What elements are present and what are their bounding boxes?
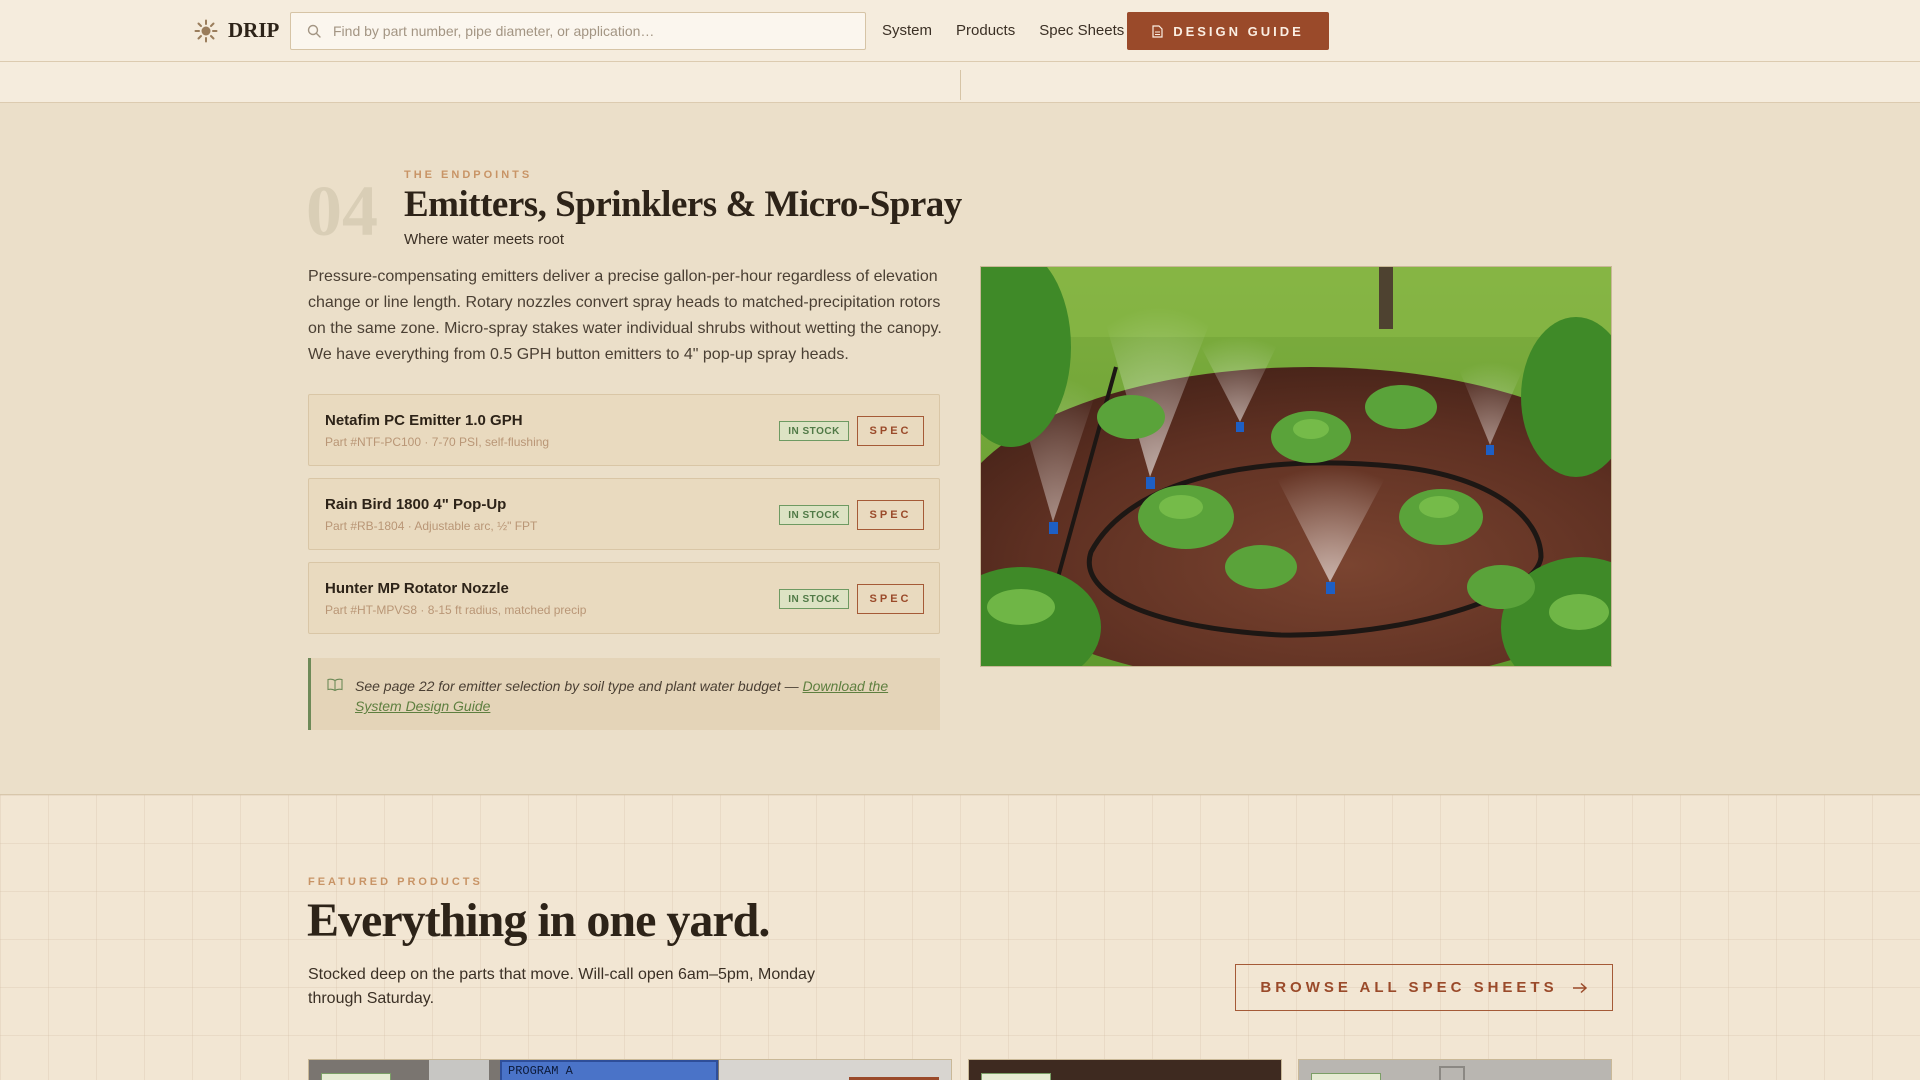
product-card[interactable]: Rain Bird 1800 4" Pop-Up Part #RB-1804 ·… <box>308 478 940 550</box>
section-number: 04 <box>306 171 378 251</box>
product-name: Hunter MP Rotator Nozzle <box>325 580 509 597</box>
search-icon <box>307 24 321 38</box>
product-name: Rain Bird 1800 4" Pop-Up <box>325 496 507 513</box>
note-body: See page 22 for emitter selection by soi… <box>355 678 803 694</box>
product-thumbnail[interactable]: PROGRAM A <box>308 1059 952 1080</box>
document-icon <box>1152 24 1163 38</box>
site-header: DRIP System Products Spec Sheets DESIGN … <box>0 0 1920 62</box>
stock-badge <box>981 1073 1051 1080</box>
featured-products-section: FEATURED PRODUCTS Everything in one yard… <box>0 795 1920 1080</box>
spec-button[interactable]: SPEC <box>857 584 924 614</box>
product-meta: Part #HT-MPVS8 · 8-15 ft radius, matched… <box>325 603 587 617</box>
browse-spec-sheets-button[interactable]: BROWSE ALL SPEC SHEETS <box>1235 964 1613 1011</box>
main-nav: System Products Spec Sheets <box>882 22 1124 39</box>
section-title: Emitters, Sprinklers & Micro-Spray <box>404 184 962 225</box>
divider <box>960 70 961 100</box>
spec-button[interactable]: SPEC <box>857 416 924 446</box>
product-meta: Part #RB-1804 · Adjustable arc, ½" FPT <box>325 519 538 533</box>
design-guide-button[interactable]: DESIGN GUIDE <box>1127 12 1329 50</box>
endpoints-section: 04 THE ENDPOINTS Emitters, Sprinklers & … <box>0 103 1920 795</box>
design-guide-note: See page 22 for emitter selection by soi… <box>308 658 940 730</box>
product-meta: Part #NTF-PC100 · 7-70 PSI, self-flushin… <box>325 435 550 449</box>
arrow-right-icon <box>1572 982 1587 993</box>
sprinkler-garden-image <box>981 267 1611 666</box>
search-box[interactable] <box>290 12 866 50</box>
sun-icon <box>194 19 218 42</box>
section-description: Pressure-compensating emitters deliver a… <box>308 268 942 363</box>
section-subtitle: Where water meets root <box>404 231 565 248</box>
garden-bed-photo <box>980 266 1612 667</box>
featured-description: Stocked deep on the parts that move. Wil… <box>308 966 815 1007</box>
browse-label: BROWSE ALL SPEC SHEETS <box>1260 979 1558 996</box>
logo[interactable]: DRIP <box>194 18 279 43</box>
featured-eyebrow: FEATURED PRODUCTS <box>308 876 483 888</box>
spec-button[interactable]: SPEC <box>857 500 924 530</box>
product-card[interactable]: Netafim PC Emitter 1.0 GPH Part #NTF-PC1… <box>308 394 940 466</box>
stock-badge: IN STOCK <box>779 505 849 525</box>
search-input[interactable] <box>333 23 853 39</box>
note-text: See page 22 for emitter selection by soi… <box>355 676 915 716</box>
sub-navigation-bar <box>0 62 1920 103</box>
product-name: Netafim PC Emitter 1.0 GPH <box>325 412 523 429</box>
controller-display: PROGRAM A <box>500 1060 718 1080</box>
featured-title: Everything in one yard. <box>307 894 770 947</box>
nav-products[interactable]: Products <box>956 22 1015 39</box>
design-guide-label: DESIGN GUIDE <box>1173 23 1304 39</box>
nav-spec-sheets[interactable]: Spec Sheets <box>1039 22 1124 39</box>
product-outline <box>1439 1066 1465 1080</box>
stock-badge <box>321 1073 391 1080</box>
book-icon <box>327 678 343 691</box>
product-thumbnail[interactable] <box>968 1059 1282 1080</box>
stock-badge <box>1311 1073 1381 1080</box>
controller-housing <box>429 1060 489 1080</box>
logo-text: DRIP <box>228 18 280 42</box>
stock-badge: IN STOCK <box>779 589 849 609</box>
nav-system[interactable]: System <box>882 22 932 39</box>
stock-badge: IN STOCK <box>779 421 849 441</box>
product-thumbnail[interactable] <box>1298 1059 1612 1080</box>
section-eyebrow: THE ENDPOINTS <box>404 169 533 181</box>
product-card[interactable]: Hunter MP Rotator Nozzle Part #HT-MPVS8 … <box>308 562 940 634</box>
